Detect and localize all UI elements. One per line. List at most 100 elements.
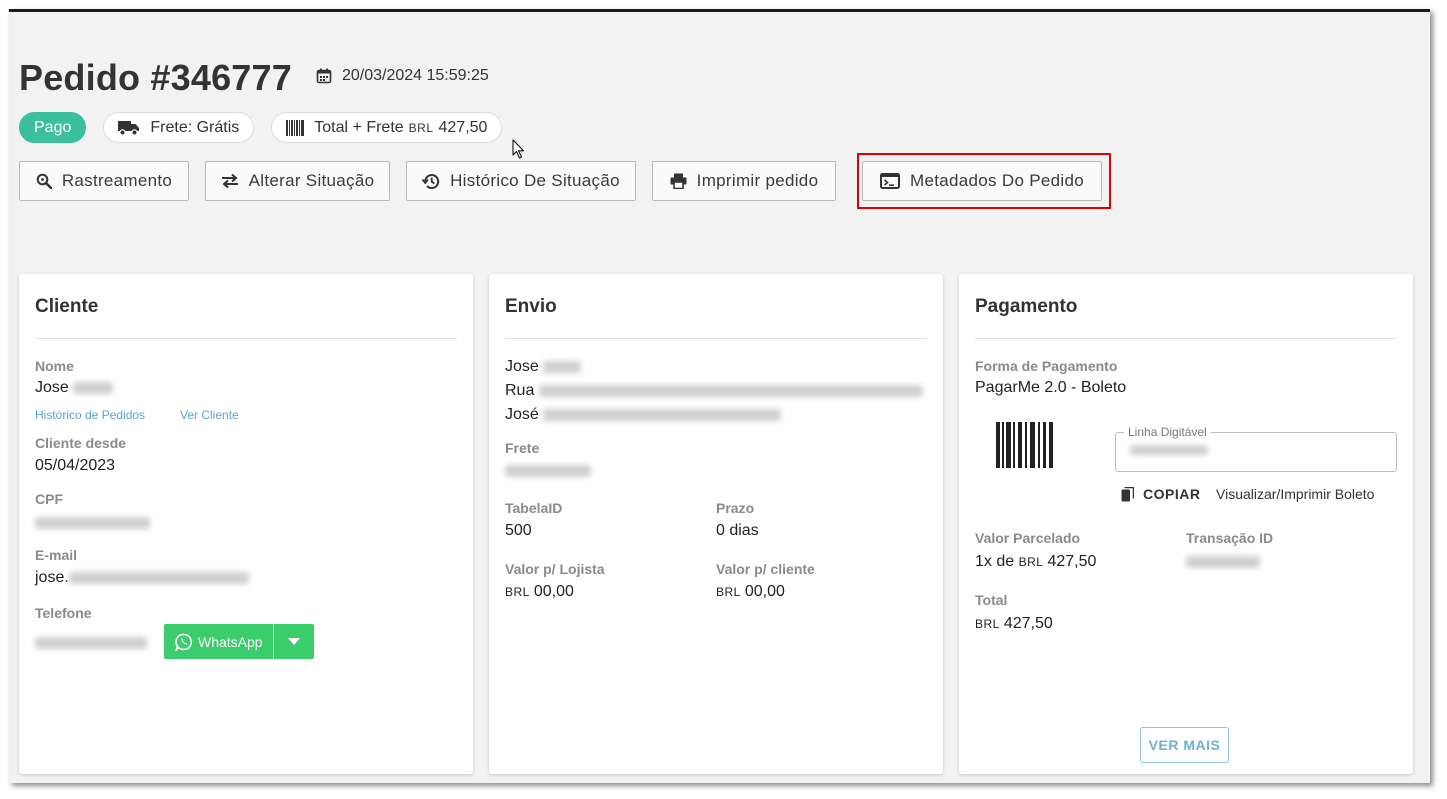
payment-total-value: BRL 427,50 [975, 615, 1053, 633]
printer-icon [670, 173, 687, 189]
payment-method-label: Forma de Pagamento [975, 358, 1118, 374]
amount: 00,00 [744, 583, 785, 600]
total-chip: Total + Frete BRL 427,50 [271, 112, 503, 143]
cpf-label: CPF [35, 491, 63, 507]
print-order-button-label: Imprimir pedido [696, 171, 819, 190]
installment-label: Valor Parcelado [975, 530, 1081, 546]
change-status-button[interactable]: Alterar Situação [205, 161, 390, 201]
payment-method-value: PagarMe 2.0 - Boleto [975, 379, 1127, 396]
address-prefix: Rua [505, 382, 535, 399]
currency-code: BRL [975, 617, 1000, 631]
tracking-button-label: Rastreamento [61, 171, 173, 190]
tracking-button[interactable]: Rastreamento [19, 161, 189, 201]
freight-label: Frete [505, 440, 540, 456]
address-line: Rua [505, 382, 923, 400]
customer-value: BRL 00,00 [716, 583, 785, 601]
see-more-button[interactable]: VER MAIS [1140, 727, 1229, 763]
whatsapp-icon [175, 633, 193, 651]
currency-code: BRL [716, 585, 741, 599]
redacted-text [1186, 555, 1260, 568]
redacted-text [73, 381, 114, 394]
currency-code: BRL [1018, 555, 1044, 569]
change-status-button-label: Alterar Situação [248, 171, 375, 190]
amount: 00,00 [533, 583, 574, 600]
shipping-text: Frete: Grátis [150, 118, 240, 136]
email-prefix: jose. [35, 569, 69, 586]
client-card-title: Cliente [35, 296, 99, 317]
total-label: Total + Frete [314, 118, 404, 136]
shipping-chip: Frete: Grátis [103, 112, 255, 143]
city-prefix: José [505, 406, 539, 423]
digitable-line-field[interactable]: Linha Digitável [1115, 425, 1397, 472]
amount: 427,50 [1003, 615, 1053, 632]
deadline-label: Prazo [716, 500, 755, 516]
divider [35, 338, 457, 339]
barcode-icon [286, 119, 305, 136]
address-city-line: José [505, 406, 782, 424]
redacted-text [543, 408, 782, 421]
status-badge: Pago [19, 112, 87, 143]
recipient-first-name: Jose [505, 358, 539, 375]
divider [505, 338, 927, 339]
payment-card: Pagamento Forma de Pagamento PagarMe 2.0… [959, 274, 1413, 774]
phone-label: Telefone [35, 605, 92, 621]
copy-icon [1121, 486, 1134, 501]
recipient-name: Jose [505, 358, 582, 376]
transaction-id-value [1186, 553, 1260, 571]
email-value: jose. [35, 569, 249, 587]
digitable-line-label: Linha Digitável [1124, 425, 1211, 439]
view-print-boleto-link[interactable]: Visualizar/Imprimir Boleto [1216, 486, 1374, 502]
payment-total-label: Total [975, 592, 1008, 608]
cpf-value [35, 514, 150, 532]
installment-value: 1x de BRL 427,50 [975, 553, 1096, 571]
merchant-value-label: Valor p/ Lojista [505, 561, 605, 577]
phone-value [35, 634, 147, 652]
order-history-link[interactable]: Histórico de Pedidos [35, 408, 145, 422]
title-row: Pedido #346777 20/03/2024 15:59:25 [19, 57, 489, 99]
order-date-text: 20/03/2024 15:59:25 [341, 67, 489, 84]
whatsapp-button[interactable]: WhatsApp [164, 624, 274, 659]
currency-code: BRL [505, 585, 530, 599]
copy-button-label: COPIAR [1143, 486, 1201, 502]
status-text: Pago [34, 118, 72, 136]
search-icon [36, 173, 52, 189]
redacted-text [1130, 445, 1208, 455]
mouse-cursor-icon [512, 139, 525, 159]
transaction-id-label: Transação ID [1186, 530, 1274, 546]
swap-arrows-icon [221, 174, 238, 188]
whatsapp-split-button: WhatsApp [164, 624, 314, 659]
installment-prefix: 1x de [975, 553, 1015, 570]
total-currency: BRL [408, 120, 434, 135]
truck-icon [118, 120, 140, 136]
client-card: Cliente Nome Jose Histórico de Pedidos V… [19, 274, 473, 774]
print-order-button[interactable]: Imprimir pedido [652, 161, 836, 201]
client-since-value: 05/04/2023 [35, 457, 116, 474]
table-id-value: 500 [505, 522, 532, 539]
table-id-label: TabelaID [505, 500, 563, 516]
client-name-value: Jose [35, 379, 114, 397]
copy-button[interactable]: COPIAR [1121, 486, 1200, 502]
history-icon [422, 173, 440, 189]
customer-value-label: Valor p/ cliente [716, 561, 815, 577]
payment-card-title: Pagamento [975, 296, 1078, 317]
status-history-button[interactable]: Histórico De Situação [406, 161, 636, 201]
email-label: E-mail [35, 547, 78, 563]
status-history-button-label: Histórico De Situação [450, 171, 620, 190]
redacted-text [68, 571, 249, 584]
deadline-value: 0 dias [716, 522, 759, 539]
divider [975, 338, 1397, 339]
client-since-label: Cliente desde [35, 435, 127, 451]
whatsapp-dropdown-toggle[interactable] [274, 624, 314, 659]
order-page: Pedido #346777 20/03/2024 15:59:25 Pago [9, 9, 1430, 783]
total-value: 427,50 [438, 118, 488, 136]
view-client-link[interactable]: Ver Cliente [180, 408, 239, 422]
shipping-card-title: Envio [505, 296, 557, 317]
caret-down-icon [288, 638, 300, 645]
order-date: 20/03/2024 15:59:25 [316, 67, 489, 85]
whatsapp-button-label: WhatsApp [198, 633, 263, 650]
highlight-box [857, 153, 1111, 209]
redacted-text [35, 516, 150, 529]
redacted-text [35, 636, 147, 649]
calendar-icon [316, 68, 332, 84]
client-name-label: Nome [35, 358, 74, 374]
